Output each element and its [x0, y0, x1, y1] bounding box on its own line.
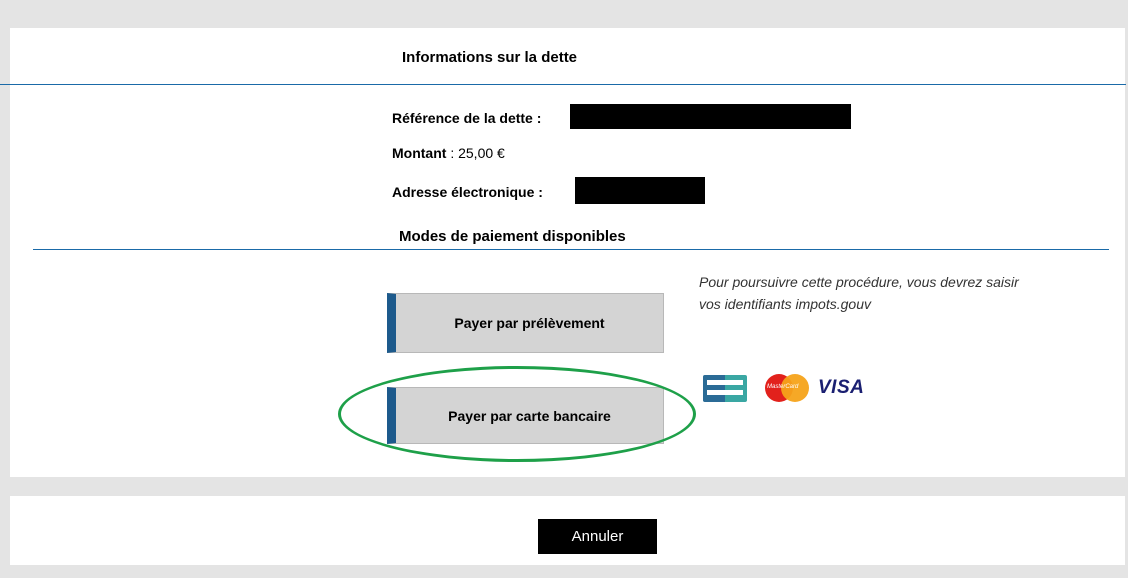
email-label: Adresse électronique :: [392, 184, 543, 200]
login-note: Pour poursuivre cette procédure, vous de…: [699, 274, 1019, 312]
pay-direct-debit-button[interactable]: Payer par prélèvement: [387, 293, 664, 353]
visa-icon: VISA: [818, 377, 865, 398]
mastercard-icon: MasterCard: [765, 374, 809, 402]
amount-label: Montant: [392, 145, 447, 161]
debt-reference-label: Référence de la dette :: [392, 110, 542, 126]
debt-reference-field: Référence de la dette :: [392, 110, 541, 126]
cb-card-icon: [703, 374, 747, 402]
amount-field: Montant : 25,00 €: [392, 145, 505, 161]
redacted-email: [575, 177, 705, 204]
cancel-button[interactable]: Annuler: [538, 519, 657, 554]
payment-section-title: Modes de paiement disponibles: [399, 228, 626, 245]
email-field: Adresse électronique :: [392, 184, 543, 200]
card-logos: MasterCard VISA: [703, 374, 864, 402]
redacted-reference: [570, 104, 851, 129]
payment-divider: [33, 249, 1109, 250]
pay-card-button[interactable]: Payer par carte bancaire: [387, 387, 664, 444]
debt-section-title: Informations sur la dette: [402, 49, 578, 66]
amount-value: : 25,00 €: [450, 145, 505, 161]
section-divider: [0, 84, 1126, 85]
